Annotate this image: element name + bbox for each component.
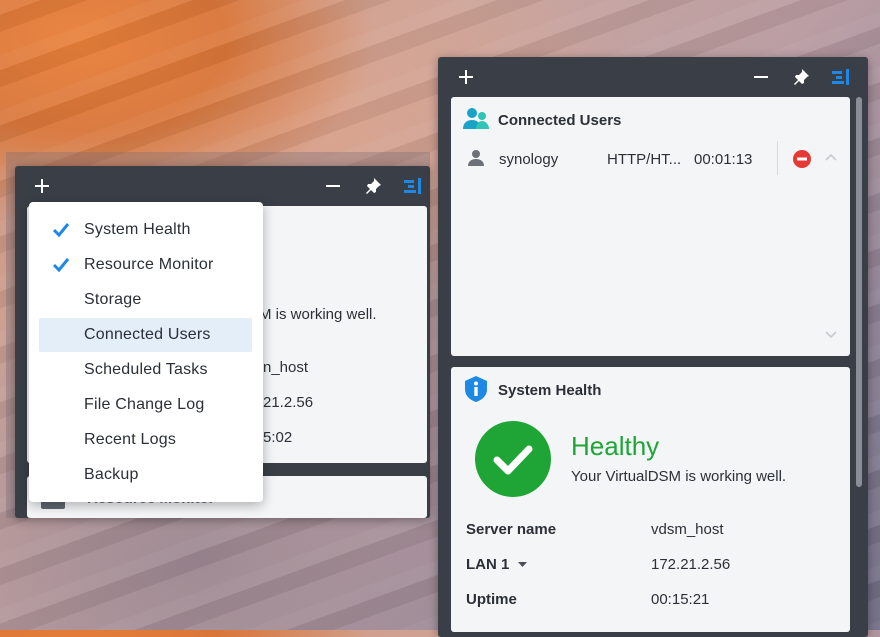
chevron-up-icon[interactable] — [825, 153, 837, 161]
menu-item-label: Scheduled Tasks — [84, 361, 208, 378]
lan-label: LAN 1 — [466, 556, 510, 573]
plus-icon[interactable] — [454, 65, 478, 89]
widget-selection-menu: System Health Resource Monitor Storage C… — [29, 202, 263, 502]
right-toolbar — [438, 57, 868, 97]
left-health-message: M is working well. — [259, 306, 377, 323]
menu-item-connected-users[interactable]: Connected Users — [39, 318, 252, 352]
menu-item-file-change-log[interactable]: File Change Log — [39, 388, 252, 422]
menu-item-system-health[interactable]: System Health — [39, 213, 252, 247]
lan-value: 172.21.2.56 — [651, 556, 731, 573]
menu-item-scheduled-tasks[interactable]: Scheduled Tasks — [39, 353, 252, 387]
check-icon — [52, 223, 70, 238]
user-name: synology — [499, 151, 559, 168]
system-health-card: System Health Healthy Your VirtualDSM is… — [451, 367, 850, 632]
menu-item-label: Connected Users — [84, 326, 211, 343]
menu-item-label: Storage — [84, 291, 142, 308]
pin-icon[interactable] — [789, 65, 813, 89]
chevron-down-icon[interactable] — [825, 331, 837, 339]
server-name-label: Server name — [466, 521, 557, 538]
connected-users-title: Connected Users — [498, 112, 622, 129]
right-widget-panel: Connected Users synology HTTP/HT... 00:0… — [438, 57, 868, 637]
left-server-name: n_host — [263, 359, 309, 376]
pin-icon[interactable] — [361, 174, 385, 198]
panel-scrollbar[interactable] — [856, 97, 862, 487]
health-status: Healthy — [571, 431, 660, 461]
minus-icon[interactable] — [749, 65, 773, 89]
menu-item-label: Backup — [84, 466, 139, 483]
health-message: Your VirtualDSM is working well. — [571, 468, 787, 485]
menu-item-storage[interactable]: Storage — [39, 283, 252, 317]
menu-item-label: Recent Logs — [84, 431, 177, 448]
minus-icon[interactable] — [321, 174, 345, 198]
server-name-value: vdsm_host — [651, 521, 724, 538]
layout-icon[interactable] — [401, 174, 425, 198]
disconnect-icon[interactable] — [793, 150, 811, 168]
menu-item-resource-monitor[interactable]: Resource Monitor — [39, 248, 252, 282]
user-duration: 00:01:13 — [694, 151, 753, 168]
left-uptime-value: 5:02 — [263, 429, 293, 446]
caret-down-icon — [517, 561, 527, 567]
menu-item-backup[interactable]: Backup — [39, 458, 252, 492]
connected-users-card: Connected Users synology HTTP/HT... 00:0… — [451, 97, 850, 356]
menu-item-label: Resource Monitor — [84, 256, 214, 273]
menu-item-label: System Health — [84, 221, 191, 238]
healthy-check-icon — [475, 421, 551, 497]
user-icon — [468, 150, 484, 166]
menu-item-recent-logs[interactable]: Recent Logs — [39, 423, 252, 457]
system-health-title: System Health — [498, 382, 602, 399]
info-shield-icon — [465, 376, 487, 402]
row-divider — [777, 141, 778, 175]
left-toolbar — [15, 166, 430, 206]
plus-icon[interactable] — [30, 174, 54, 198]
lan-selector[interactable]: LAN 1 — [466, 556, 527, 574]
left-lan-value: 21.2.56 — [263, 394, 314, 411]
menu-item-label: File Change Log — [84, 396, 205, 413]
check-icon — [52, 258, 70, 273]
users-icon — [463, 108, 489, 129]
layout-icon[interactable] — [829, 65, 853, 89]
uptime-label: Uptime — [466, 591, 517, 608]
uptime-value: 00:15:21 — [651, 591, 710, 608]
user-protocol: HTTP/HT... — [607, 151, 682, 168]
